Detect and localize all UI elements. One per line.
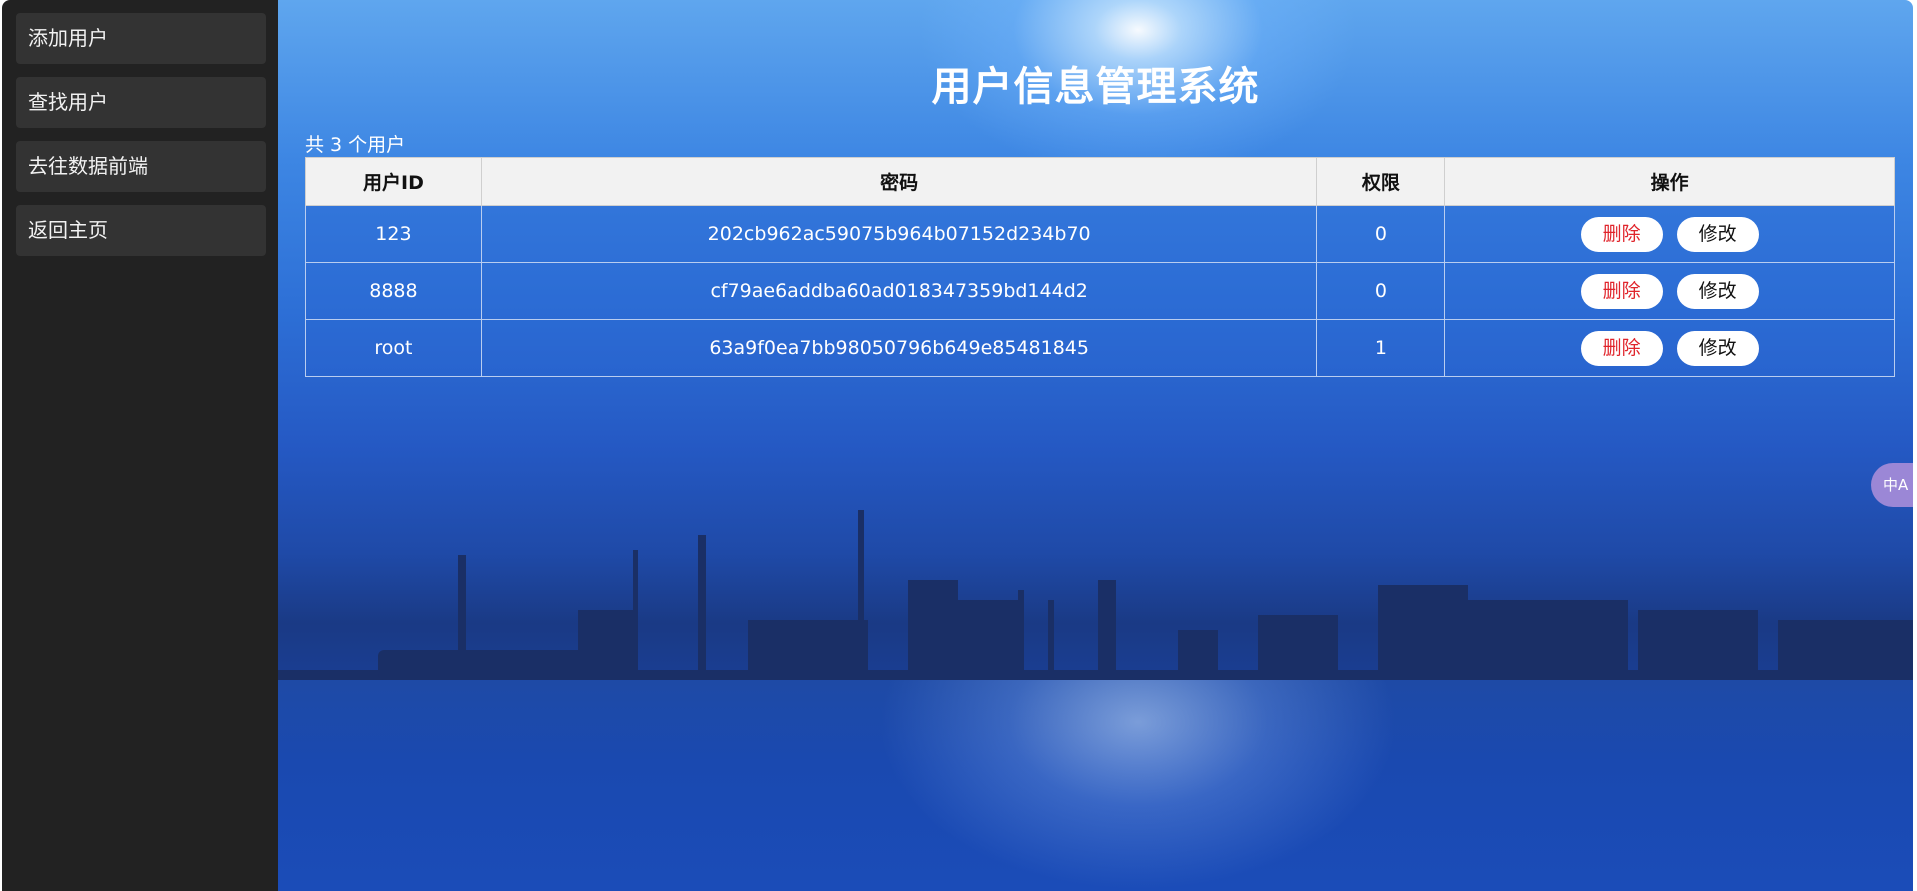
- sidebar-item-home[interactable]: 返回主页: [16, 205, 266, 256]
- delete-button[interactable]: 删除: [1580, 330, 1663, 366]
- cell-user-id: 123: [305, 205, 482, 263]
- app-window: 添加用户 查找用户 去往数据前端 返回主页 用户信息管理系统 共 3 个用户 用…: [2, 0, 1913, 891]
- user-count: 共 3 个用户: [305, 134, 406, 156]
- column-header-actions: 操作: [1444, 157, 1895, 206]
- cell-actions: 删除 修改: [1444, 205, 1895, 263]
- sidebar: 添加用户 查找用户 去往数据前端 返回主页: [2, 0, 278, 891]
- cell-actions: 删除 修改: [1444, 262, 1895, 320]
- table-row: root 63a9f0ea7bb98050796b649e85481845 1 …: [305, 319, 1895, 377]
- edit-button[interactable]: 修改: [1676, 216, 1759, 252]
- table-header-row: 用户ID 密码 权限 操作: [305, 157, 1895, 206]
- table-row: 123 202cb962ac59075b964b07152d234b70 0 删…: [305, 205, 1895, 263]
- main-content: 用户信息管理系统 共 3 个用户 用户ID 密码 权限 操作 123 202cb…: [278, 0, 1913, 891]
- column-header-permission: 权限: [1316, 157, 1446, 206]
- cell-user-id: 8888: [305, 262, 482, 320]
- edit-button[interactable]: 修改: [1676, 273, 1759, 309]
- sidebar-item-find-user[interactable]: 查找用户: [16, 77, 266, 128]
- cell-actions: 删除 修改: [1444, 319, 1895, 377]
- column-header-user-id: 用户ID: [305, 157, 482, 206]
- delete-button[interactable]: 删除: [1580, 216, 1663, 252]
- translate-icon[interactable]: 中A: [1871, 463, 1913, 507]
- page-title: 用户信息管理系统: [931, 64, 1260, 110]
- sidebar-item-add-user[interactable]: 添加用户: [16, 13, 266, 64]
- table-row: 8888 cf79ae6addba60ad018347359bd144d2 0 …: [305, 262, 1895, 320]
- cell-password: 202cb962ac59075b964b07152d234b70: [480, 205, 1318, 263]
- cell-permission: 1: [1316, 319, 1446, 377]
- cell-permission: 0: [1316, 262, 1446, 320]
- edit-button[interactable]: 修改: [1676, 330, 1759, 366]
- cell-permission: 0: [1316, 205, 1446, 263]
- background-glitter: [878, 680, 1398, 891]
- column-header-password: 密码: [480, 157, 1318, 206]
- user-table: 用户ID 密码 权限 操作 123 202cb962ac59075b964b07…: [305, 157, 1895, 377]
- cell-password: cf79ae6addba60ad018347359bd144d2: [480, 262, 1318, 320]
- delete-button[interactable]: 删除: [1580, 273, 1663, 309]
- cell-password: 63a9f0ea7bb98050796b649e85481845: [480, 319, 1318, 377]
- cell-user-id: root: [305, 319, 482, 377]
- sidebar-item-data-frontend[interactable]: 去往数据前端: [16, 141, 266, 192]
